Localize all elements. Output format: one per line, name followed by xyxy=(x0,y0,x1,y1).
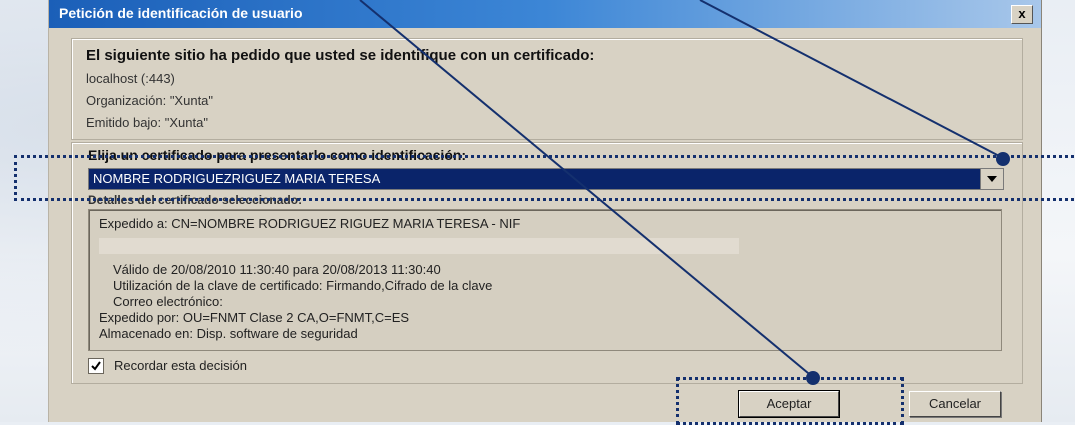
callout-dot-combo xyxy=(996,152,1010,166)
pointer-line-accept xyxy=(359,0,815,379)
annotation-lines xyxy=(359,0,1004,379)
pointer-line-combo xyxy=(699,0,1004,159)
callout-dot-accept xyxy=(806,371,820,385)
